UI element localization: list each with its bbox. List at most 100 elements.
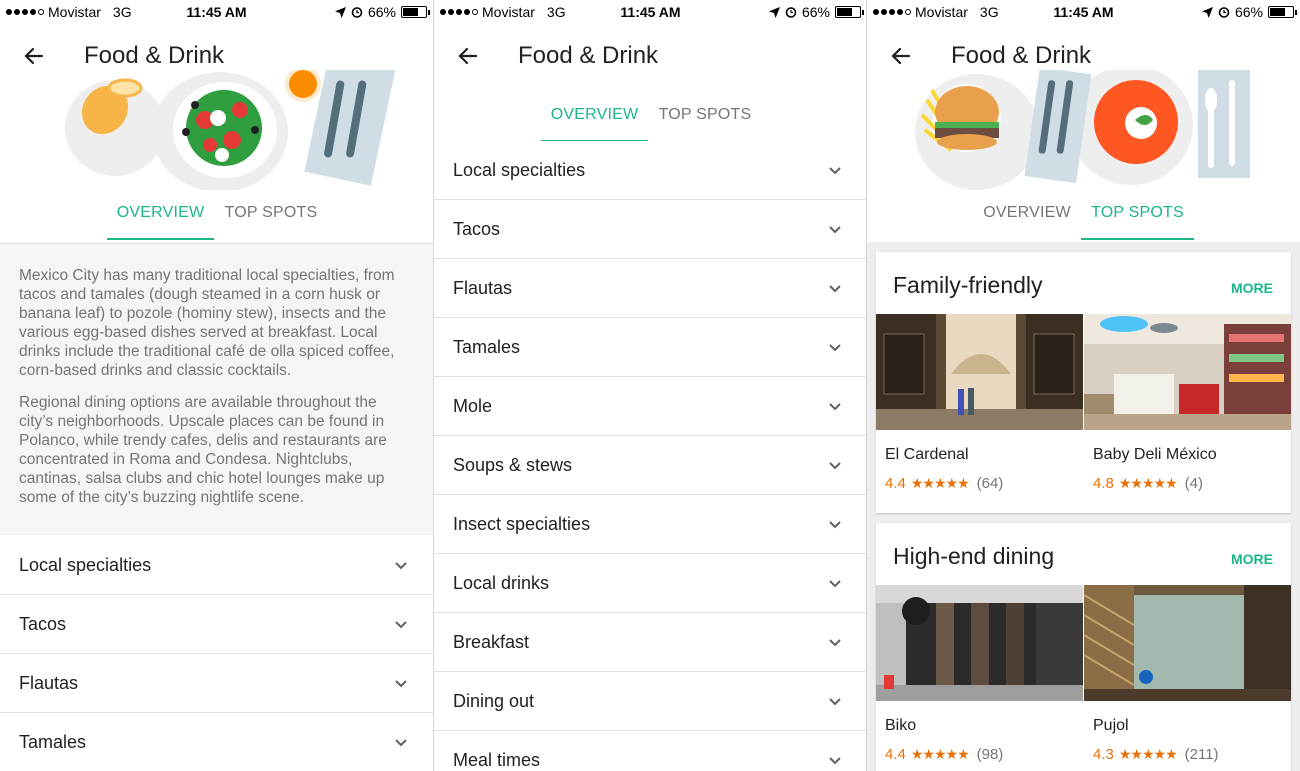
tab-top-spots[interactable]: TOP SPOTS [1081, 196, 1194, 240]
category-item[interactable]: Insect specialties [434, 495, 867, 554]
spot-group-card: Family-friendly MORE El Cardenal 4.4 ★★★… [876, 252, 1291, 513]
category-item[interactable]: Flautas [0, 654, 433, 713]
more-link[interactable]: MORE [1231, 280, 1273, 296]
place-rating: 4.4 ★★★★★ (98) [885, 746, 1003, 763]
location-arrow-icon [768, 6, 780, 18]
category-item[interactable]: Local specialties [434, 141, 867, 200]
chevron-down-icon [829, 757, 841, 765]
rating-value: 4.4 [885, 475, 906, 492]
place-name: Pujol [1093, 717, 1129, 734]
place-name: Biko [885, 717, 917, 734]
chevron-down-icon [829, 167, 841, 175]
chevron-down-icon [395, 621, 407, 629]
screen-overview-list: Movistar 3G 11:45 AM 66% Food & Drink OV… [434, 0, 867, 771]
alarm-icon [785, 7, 797, 18]
place-rating: 4.3 ★★★★★ (211) [1093, 746, 1219, 763]
category-item[interactable]: Mole [434, 377, 867, 436]
category-item[interactable]: Flautas [434, 259, 867, 318]
place-name: El Cardenal [885, 446, 969, 463]
chevron-down-icon [829, 462, 841, 470]
place-card[interactable]: Biko 4.4 ★★★★★ (98) [876, 585, 1083, 763]
place-card[interactable]: El Cardenal 4.4 ★★★★★ (64) [876, 314, 1083, 492]
category-label: Tamales [453, 337, 521, 357]
screen-overview-text: Movistar 3G 11:45 AM 66% Food & Drink OV… [0, 0, 433, 771]
back-arrow-icon[interactable] [22, 44, 46, 68]
category-item[interactable]: Tamales [434, 318, 867, 377]
battery-icon [401, 6, 430, 18]
category-label: Local specialties [19, 555, 152, 575]
category-item[interactable]: Local specialties [0, 536, 433, 595]
battery-percent: 66% [801, 4, 830, 20]
category-label: Mole [453, 396, 493, 416]
category-label: Flautas [19, 673, 79, 693]
chevron-down-icon [829, 285, 841, 293]
rating-value: 4.8 [1093, 475, 1114, 492]
battery-icon [1268, 6, 1297, 18]
place-rating: 4.8 ★★★★★ (4) [1093, 475, 1203, 492]
place-photo [1084, 585, 1291, 701]
category-item[interactable]: Meal times [434, 731, 867, 771]
chevron-down-icon [829, 344, 841, 352]
category-label: Tacos [453, 219, 501, 239]
group-title: Family-friendly [893, 272, 1043, 298]
category-item[interactable]: Dining out [434, 672, 867, 731]
alarm-icon [1218, 7, 1230, 18]
category-item[interactable]: Local drinks [434, 554, 867, 613]
battery-percent: 66% [367, 4, 396, 20]
category-list: Local specialties Tacos Flautas Tamales … [434, 141, 867, 771]
place-card[interactable]: Baby Deli México 4.8 ★★★★★ (4) [1084, 314, 1291, 492]
tab-overview[interactable]: OVERVIEW [973, 196, 1081, 240]
back-arrow-icon[interactable] [456, 44, 480, 68]
review-count: (4) [1184, 475, 1203, 492]
location-arrow-icon [334, 6, 346, 18]
star-rating-icon: ★★★★★ [1118, 746, 1178, 762]
tab-overview[interactable]: OVERVIEW [107, 196, 214, 240]
alarm-icon [351, 7, 363, 18]
battery-percent: 66% [1234, 4, 1263, 20]
category-item[interactable]: Tacos [0, 595, 433, 654]
food-illustration [915, 70, 1250, 190]
location-arrow-icon [1201, 6, 1213, 18]
chevron-down-icon [395, 680, 407, 688]
chevron-down-icon [829, 698, 841, 706]
description-paragraph: Mexico City has many traditional local s… [19, 267, 395, 379]
chevron-down-icon [829, 226, 841, 234]
overview-description: Mexico City has many traditional local s… [0, 243, 433, 535]
tab-overview[interactable]: OVERVIEW [541, 98, 648, 142]
back-arrow-icon[interactable] [889, 44, 913, 68]
more-link[interactable]: MORE [1231, 551, 1273, 567]
status-bar: Movistar 3G 11:45 AM 66% [0, 0, 433, 24]
top-spots-feed: Family-friendly MORE El Cardenal 4.4 ★★★… [867, 242, 1300, 771]
page-title: Food & Drink [84, 42, 225, 69]
chevron-down-icon [829, 639, 841, 647]
category-label: Soups & stews [453, 455, 573, 475]
tab-bar: OVERVIEW TOP SPOTS [434, 98, 867, 142]
tab-bar: OVERVIEW TOP SPOTS [867, 196, 1300, 240]
category-label: Tamales [19, 732, 87, 752]
rating-value: 4.3 [1093, 746, 1114, 763]
star-rating-icon: ★★★★★ [910, 475, 970, 491]
review-count: (211) [1184, 746, 1219, 763]
place-card[interactable]: Pujol 4.3 ★★★★★ (211) [1084, 585, 1291, 763]
group-title: High-end dining [893, 543, 1055, 569]
tab-bar: OVERVIEW TOP SPOTS [0, 196, 433, 240]
page-title: Food & Drink [518, 42, 659, 69]
chevron-down-icon [395, 562, 407, 570]
chevron-down-icon [829, 580, 841, 588]
category-item[interactable]: Breakfast [434, 613, 867, 672]
category-item[interactable]: Tamales [0, 713, 433, 771]
category-item[interactable]: Soups & stews [434, 436, 867, 495]
category-label: Dining out [453, 691, 535, 711]
review-count: (64) [976, 475, 1004, 492]
tab-top-spots[interactable]: TOP SPOTS [650, 98, 760, 142]
category-label: Flautas [453, 278, 513, 298]
place-photo [1084, 314, 1291, 430]
description-paragraph: Regional dining options are available th… [19, 394, 387, 506]
chevron-down-icon [395, 739, 407, 747]
category-item[interactable]: Tacos [434, 200, 867, 259]
tab-top-spots[interactable]: TOP SPOTS [216, 196, 326, 240]
status-bar: Movistar 3G 11:45 AM 66% [867, 0, 1300, 24]
place-photo [876, 314, 1083, 430]
status-bar: Movistar 3G 11:45 AM 66% [434, 0, 867, 24]
star-rating-icon: ★★★★★ [910, 746, 970, 762]
